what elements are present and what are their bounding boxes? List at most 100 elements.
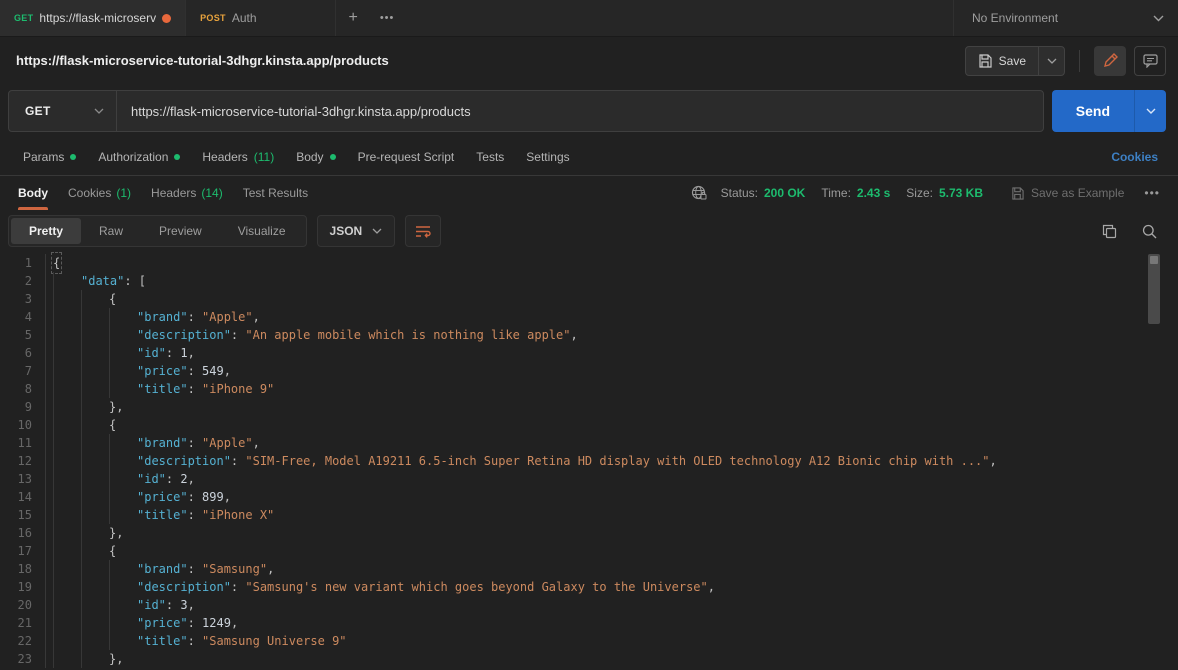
tab-title: Auth (232, 11, 257, 25)
line-content: }, (46, 524, 123, 542)
tab-headers[interactable]: Headers(11) (191, 138, 285, 175)
format-select[interactable]: JSON (317, 215, 396, 247)
line-content: "price": 549, (46, 362, 231, 380)
tab-label: Body (18, 186, 48, 200)
postman-app: GEThttps://flask-microservPOSTAuth + •••… (0, 0, 1178, 670)
tab-tests[interactable]: Tests (465, 138, 515, 175)
token: 2 (180, 470, 187, 488)
tab-body[interactable]: Body (285, 138, 346, 175)
code-line: 7"price": 549, (0, 362, 1178, 380)
token: : (231, 452, 245, 470)
code-line: 20"id": 3, (0, 596, 1178, 614)
request-config-tabs: ParamsAuthorizationHeaders(11)Body Pre-re… (0, 138, 1178, 176)
line-content: "title": "iPhone 9" (46, 380, 274, 398)
indent-guide (53, 596, 81, 614)
workspace-tab[interactable]: POSTAuth (186, 0, 336, 36)
new-tab-button[interactable]: + (336, 0, 370, 36)
view-tab-pretty[interactable]: Pretty (11, 218, 81, 244)
tab-pre-request-script[interactable]: Pre-request Script (347, 138, 466, 175)
send-button[interactable]: Send (1052, 90, 1134, 132)
indent-guide (53, 524, 81, 542)
search-button[interactable] (1134, 216, 1164, 246)
token: : (166, 470, 180, 488)
code-line: 22"title": "Samsung Universe 9" (0, 632, 1178, 650)
response-options-icon[interactable]: ••• (1138, 186, 1166, 200)
cookies-link[interactable]: Cookies (1103, 150, 1166, 164)
code-line: 6"id": 1, (0, 344, 1178, 362)
tab-params[interactable]: Params (12, 138, 87, 175)
tab-authorization[interactable]: Authorization (87, 138, 191, 175)
send-options-caret[interactable] (1134, 90, 1166, 132)
indent-guide (53, 614, 81, 632)
indent-guide (81, 416, 109, 434)
code-line: 19"description": "Samsung's new variant … (0, 578, 1178, 596)
globe-lock-icon[interactable] (691, 185, 707, 201)
status-value[interactable]: 200 OK (764, 186, 805, 200)
line-number: 21 (0, 614, 46, 632)
wrap-text-button[interactable] (405, 215, 441, 247)
indent-guide (81, 380, 109, 398)
token: "brand" (137, 308, 188, 326)
url-input[interactable] (117, 91, 1043, 131)
response-tab-test-results[interactable]: Test Results (233, 176, 318, 210)
save-as-example-button[interactable]: Save as Example (1011, 186, 1124, 200)
token: : (188, 308, 202, 326)
chevron-down-icon (1153, 15, 1164, 22)
indent-guide (53, 416, 81, 434)
response-body-viewer: 1{2"data": [3{4"brand": "Apple",5"descri… (0, 252, 1178, 670)
comments-button[interactable] (1134, 46, 1166, 76)
line-number: 6 (0, 344, 46, 362)
indent-guide (53, 578, 81, 596)
tab-label: Pre-request Script (358, 150, 455, 164)
save-button[interactable]: Save (966, 47, 1038, 75)
chevron-down-icon (372, 228, 382, 234)
response-tab-body[interactable]: Body (8, 176, 58, 210)
tab-settings[interactable]: Settings (515, 138, 580, 175)
code-line: 5"description": "An apple mobile which i… (0, 326, 1178, 344)
code-line: 15"title": "iPhone X" (0, 506, 1178, 524)
indent-guide (53, 344, 81, 362)
token: "title" (137, 506, 188, 524)
method-select[interactable]: GET (9, 91, 117, 131)
workspace-tab[interactable]: GEThttps://flask-microserv (0, 0, 186, 36)
save-options-caret[interactable] (1038, 47, 1064, 75)
code-line: 16}, (0, 524, 1178, 542)
token: : (188, 560, 202, 578)
code-line: 1{ (0, 254, 1178, 272)
unsaved-dot-icon[interactable] (162, 14, 171, 23)
view-tab-visualize[interactable]: Visualize (220, 218, 304, 244)
token: "iPhone 9" (202, 380, 274, 398)
view-tab-raw[interactable]: Raw (81, 218, 141, 244)
line-number: 18 (0, 560, 46, 578)
line-number: 4 (0, 308, 46, 326)
response-tab-headers[interactable]: Headers(14) (141, 176, 233, 210)
token: { (53, 254, 60, 272)
time-value[interactable]: 2.43 s (857, 186, 890, 200)
token: "Apple" (202, 434, 253, 452)
line-number: 14 (0, 488, 46, 506)
tab-options-icon[interactable]: ••• (370, 0, 404, 36)
line-content: "title": "iPhone X" (46, 506, 274, 524)
environment-selector[interactable]: No Environment (953, 0, 1178, 36)
code-line: 14"price": 899, (0, 488, 1178, 506)
line-content: }, (46, 650, 123, 668)
token: , (188, 344, 195, 362)
size-value[interactable]: 5.73 KB (939, 186, 983, 200)
line-number: 19 (0, 578, 46, 596)
indent-guide (81, 614, 109, 632)
code-line: 13"id": 2, (0, 470, 1178, 488)
size-label: Size: (906, 186, 933, 200)
response-tab-cookies[interactable]: Cookies(1) (58, 176, 141, 210)
edit-documentation-button[interactable] (1094, 46, 1126, 76)
scrollbar-thumb[interactable] (1148, 254, 1160, 324)
copy-button[interactable] (1094, 216, 1124, 246)
code-line: 17{ (0, 542, 1178, 560)
line-content: { (46, 416, 116, 434)
line-number: 5 (0, 326, 46, 344)
view-tab-preview[interactable]: Preview (141, 218, 220, 244)
scrollbar-grip[interactable] (1150, 256, 1158, 264)
request-config-tab-list: ParamsAuthorizationHeaders(11)Body Pre-re… (12, 138, 581, 175)
token: "id" (137, 344, 166, 362)
line-number: 13 (0, 470, 46, 488)
indent-guide (109, 488, 137, 506)
